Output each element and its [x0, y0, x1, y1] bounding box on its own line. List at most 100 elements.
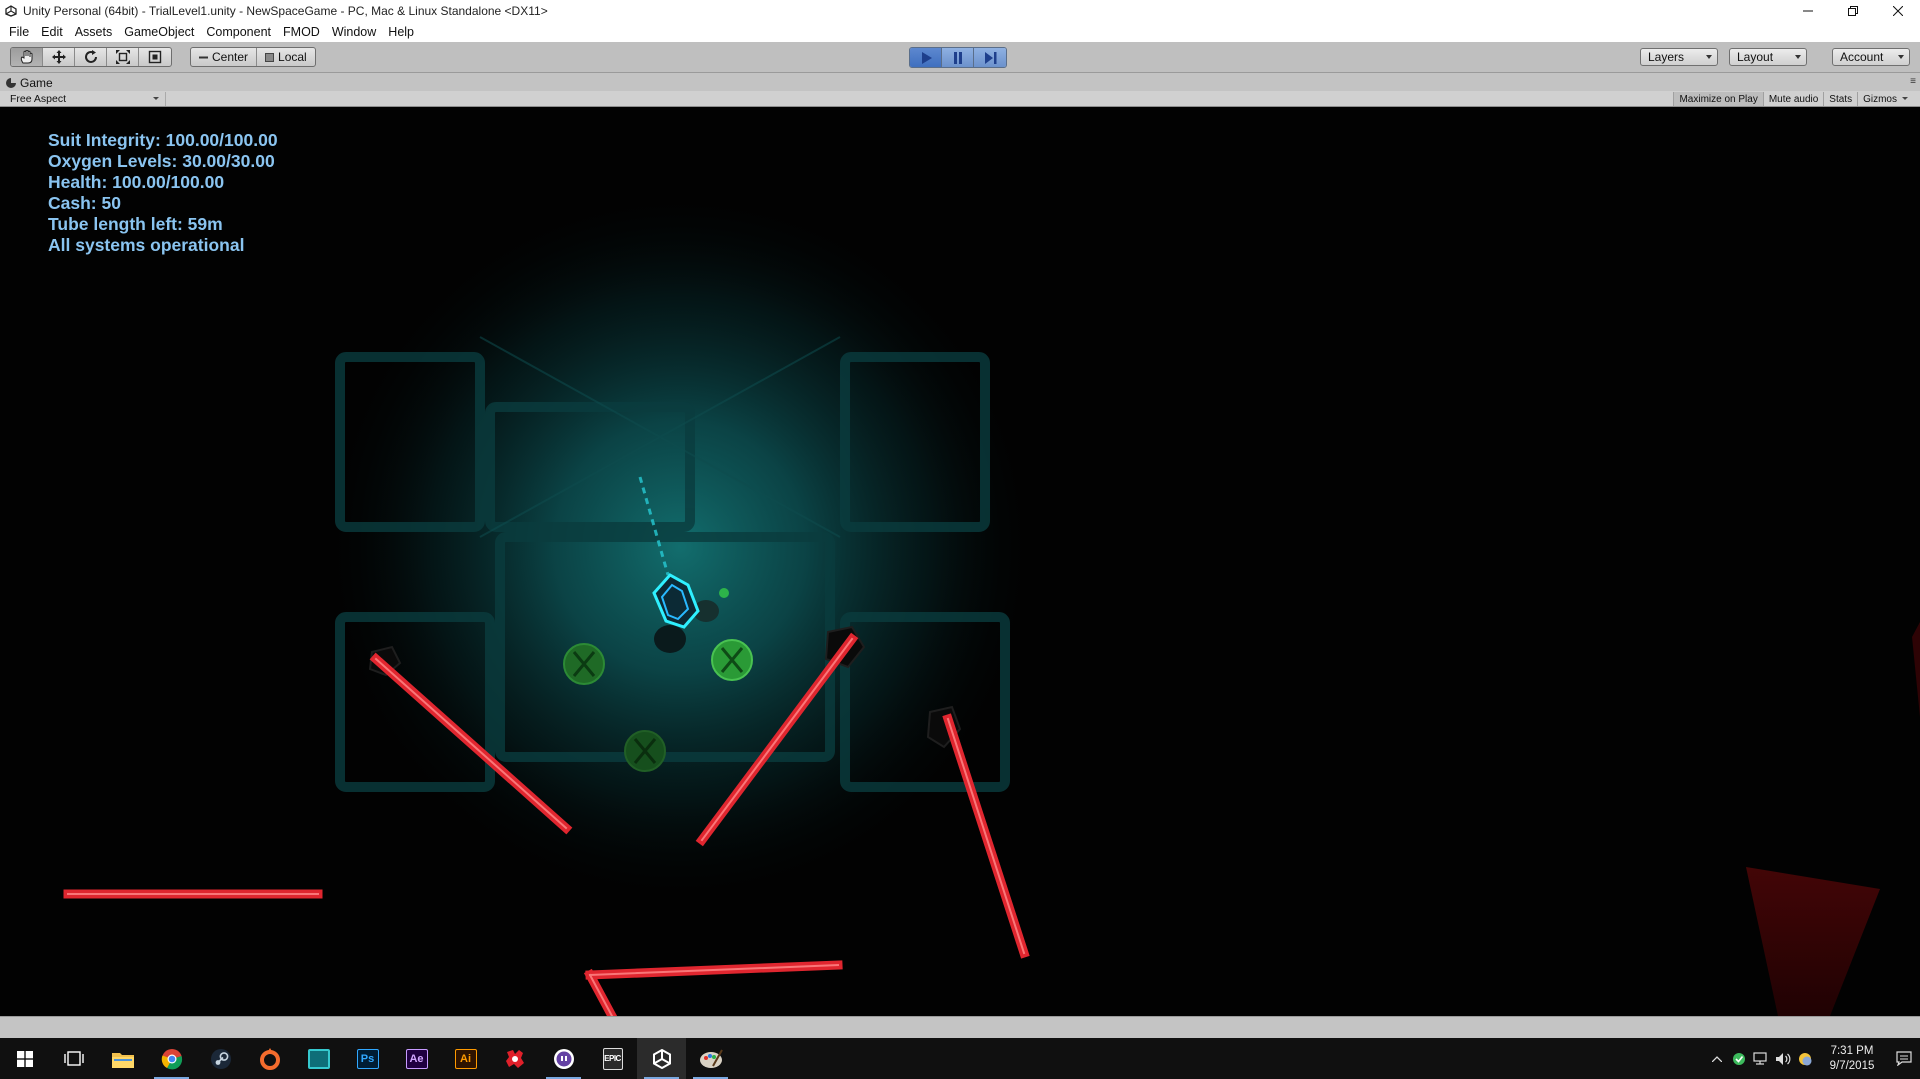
aspect-dropdown[interactable]: Free Aspect: [6, 92, 166, 106]
taskbar-app[interactable]: [294, 1038, 343, 1079]
red-app-icon: [505, 1049, 524, 1068]
layout-label: Layout: [1737, 50, 1774, 64]
taskbar-epic-games[interactable]: EPIC: [588, 1038, 637, 1079]
windows-icon: [16, 1050, 33, 1067]
game-controller-icon: [6, 78, 16, 88]
menu-gameobject[interactable]: GameObject: [118, 25, 200, 39]
start-button[interactable]: [0, 1038, 49, 1079]
game-tab[interactable]: Game: [6, 75, 53, 91]
oxygen-pickup: [563, 643, 605, 685]
minimize-button[interactable]: [1785, 0, 1830, 21]
weather-icon: [1799, 1052, 1812, 1065]
stats-toggle[interactable]: Stats: [1823, 92, 1857, 106]
title-bar: Unity Personal (64bit) - TrialLevel1.uni…: [0, 0, 1920, 21]
rect-tool-button[interactable]: [139, 48, 171, 66]
restore-button[interactable]: [1830, 0, 1875, 21]
layers-dropdown[interactable]: Layers: [1640, 48, 1718, 66]
taskbar-origin[interactable]: [245, 1038, 294, 1079]
taskbar-photoshop[interactable]: Ps: [343, 1038, 392, 1079]
taskbar-after-effects[interactable]: Ae: [392, 1038, 441, 1079]
taskbar-chrome[interactable]: [147, 1038, 196, 1079]
illustrator-icon: Ai: [454, 1048, 477, 1069]
suit-integrity-text: Suit Integrity: 100.00/100.00: [48, 130, 278, 150]
play-icon: [921, 51, 932, 64]
layout-dropdown[interactable]: Layout: [1729, 48, 1807, 66]
play-button[interactable]: [910, 48, 942, 67]
game-scene: [0, 107, 1920, 1016]
menu-bar: File Edit Assets GameObject Component FM…: [0, 21, 1920, 42]
oxygen-pickup: [711, 639, 753, 681]
pivot-local-button[interactable]: Local: [257, 48, 315, 66]
cash-text: Cash: 50: [48, 193, 121, 213]
taskbar-clock[interactable]: 7:31 PM 9/7/2015: [1816, 1044, 1888, 1074]
rotate-icon: [84, 50, 97, 63]
taskbar-illustrator[interactable]: Ai: [441, 1038, 490, 1079]
flashlight-glow: [320, 187, 1040, 907]
task-view-button[interactable]: [49, 1038, 98, 1079]
photoshop-label: Ps: [360, 1052, 375, 1065]
taskbar-red-app[interactable]: [490, 1038, 539, 1079]
menu-component[interactable]: Component: [200, 25, 277, 39]
step-button[interactable]: [974, 48, 1006, 67]
file-explorer-icon: [111, 1052, 134, 1068]
game-tab-label: Game: [20, 76, 53, 90]
rotate-tool-button[interactable]: [75, 48, 107, 66]
pivot-icon: [199, 56, 208, 58]
taskbar-unity[interactable]: [637, 1038, 686, 1079]
pause-icon: [953, 51, 962, 64]
scale-tool-button[interactable]: [107, 48, 139, 66]
aspect-label: Free Aspect: [10, 93, 67, 105]
tray-overflow-button[interactable]: [1706, 1038, 1728, 1079]
step-icon: [984, 51, 996, 64]
menu-edit[interactable]: Edit: [35, 25, 69, 39]
epic-games-label: EPIC: [604, 1054, 621, 1063]
account-label: Account: [1840, 50, 1884, 64]
pause-button[interactable]: [942, 48, 974, 67]
maximize-on-play-toggle[interactable]: Maximize on Play: [1673, 92, 1763, 106]
menu-window[interactable]: Window: [326, 25, 382, 39]
local-space-icon: [265, 52, 275, 62]
account-dropdown[interactable]: Account: [1832, 48, 1910, 66]
menu-help[interactable]: Help: [382, 25, 420, 39]
menu-file[interactable]: File: [3, 25, 35, 39]
origin-icon: [259, 1047, 280, 1070]
system-status-text: All systems operational: [48, 235, 245, 255]
after-effects-label: Ae: [409, 1052, 424, 1065]
tab-menu-icon[interactable]: ≡: [1910, 76, 1916, 87]
menu-assets[interactable]: Assets: [69, 25, 119, 39]
taskbar-paint[interactable]: [686, 1038, 735, 1079]
taskbar: Ps Ae Ai EPIC 7:31 PM 9/7/2015: [0, 1038, 1920, 1079]
chevron-down-icon: [1902, 97, 1908, 100]
tray-app-button[interactable]: [1728, 1038, 1750, 1079]
network-button[interactable]: [1750, 1038, 1772, 1079]
task-view-icon: [63, 1050, 84, 1066]
main-toolbar: Center Local Layers Layout Account: [0, 42, 1920, 73]
chevron-down-icon: [1795, 55, 1801, 59]
playback-controls: [909, 47, 1007, 68]
volume-button[interactable]: [1772, 1038, 1794, 1079]
pivot-center-button[interactable]: Center: [191, 48, 258, 66]
mute-audio-toggle[interactable]: Mute audio: [1762, 92, 1823, 106]
hand-tool-button[interactable]: [11, 48, 43, 66]
gizmos-dropdown[interactable]: Gizmos: [1857, 92, 1914, 106]
network-icon: [1753, 1052, 1767, 1065]
taskbar-steam[interactable]: [196, 1038, 245, 1079]
taskbar-file-explorer[interactable]: [98, 1038, 147, 1079]
close-button[interactable]: [1875, 0, 1920, 21]
move-icon: [51, 50, 66, 64]
notification-icon: [1896, 1051, 1912, 1066]
taskbar-twitch[interactable]: [539, 1038, 588, 1079]
steam-icon: [210, 1048, 231, 1069]
chevron-down-icon: [1706, 55, 1712, 59]
weather-button[interactable]: [1794, 1038, 1816, 1079]
rect-icon: [148, 50, 162, 64]
menu-fmod[interactable]: FMOD: [277, 25, 326, 39]
chrome-icon: [161, 1048, 182, 1069]
health-text: Health: 100.00/100.00: [48, 172, 225, 192]
game-viewport[interactable]: Suit Integrity: 100.00/100.00 Oxygen Lev…: [0, 107, 1920, 1016]
move-tool-button[interactable]: [43, 48, 75, 66]
status-bar: [0, 1016, 1920, 1038]
chevron-up-icon: [1712, 1055, 1722, 1062]
action-center-button[interactable]: [1888, 1051, 1920, 1066]
paint-icon: [699, 1049, 723, 1068]
